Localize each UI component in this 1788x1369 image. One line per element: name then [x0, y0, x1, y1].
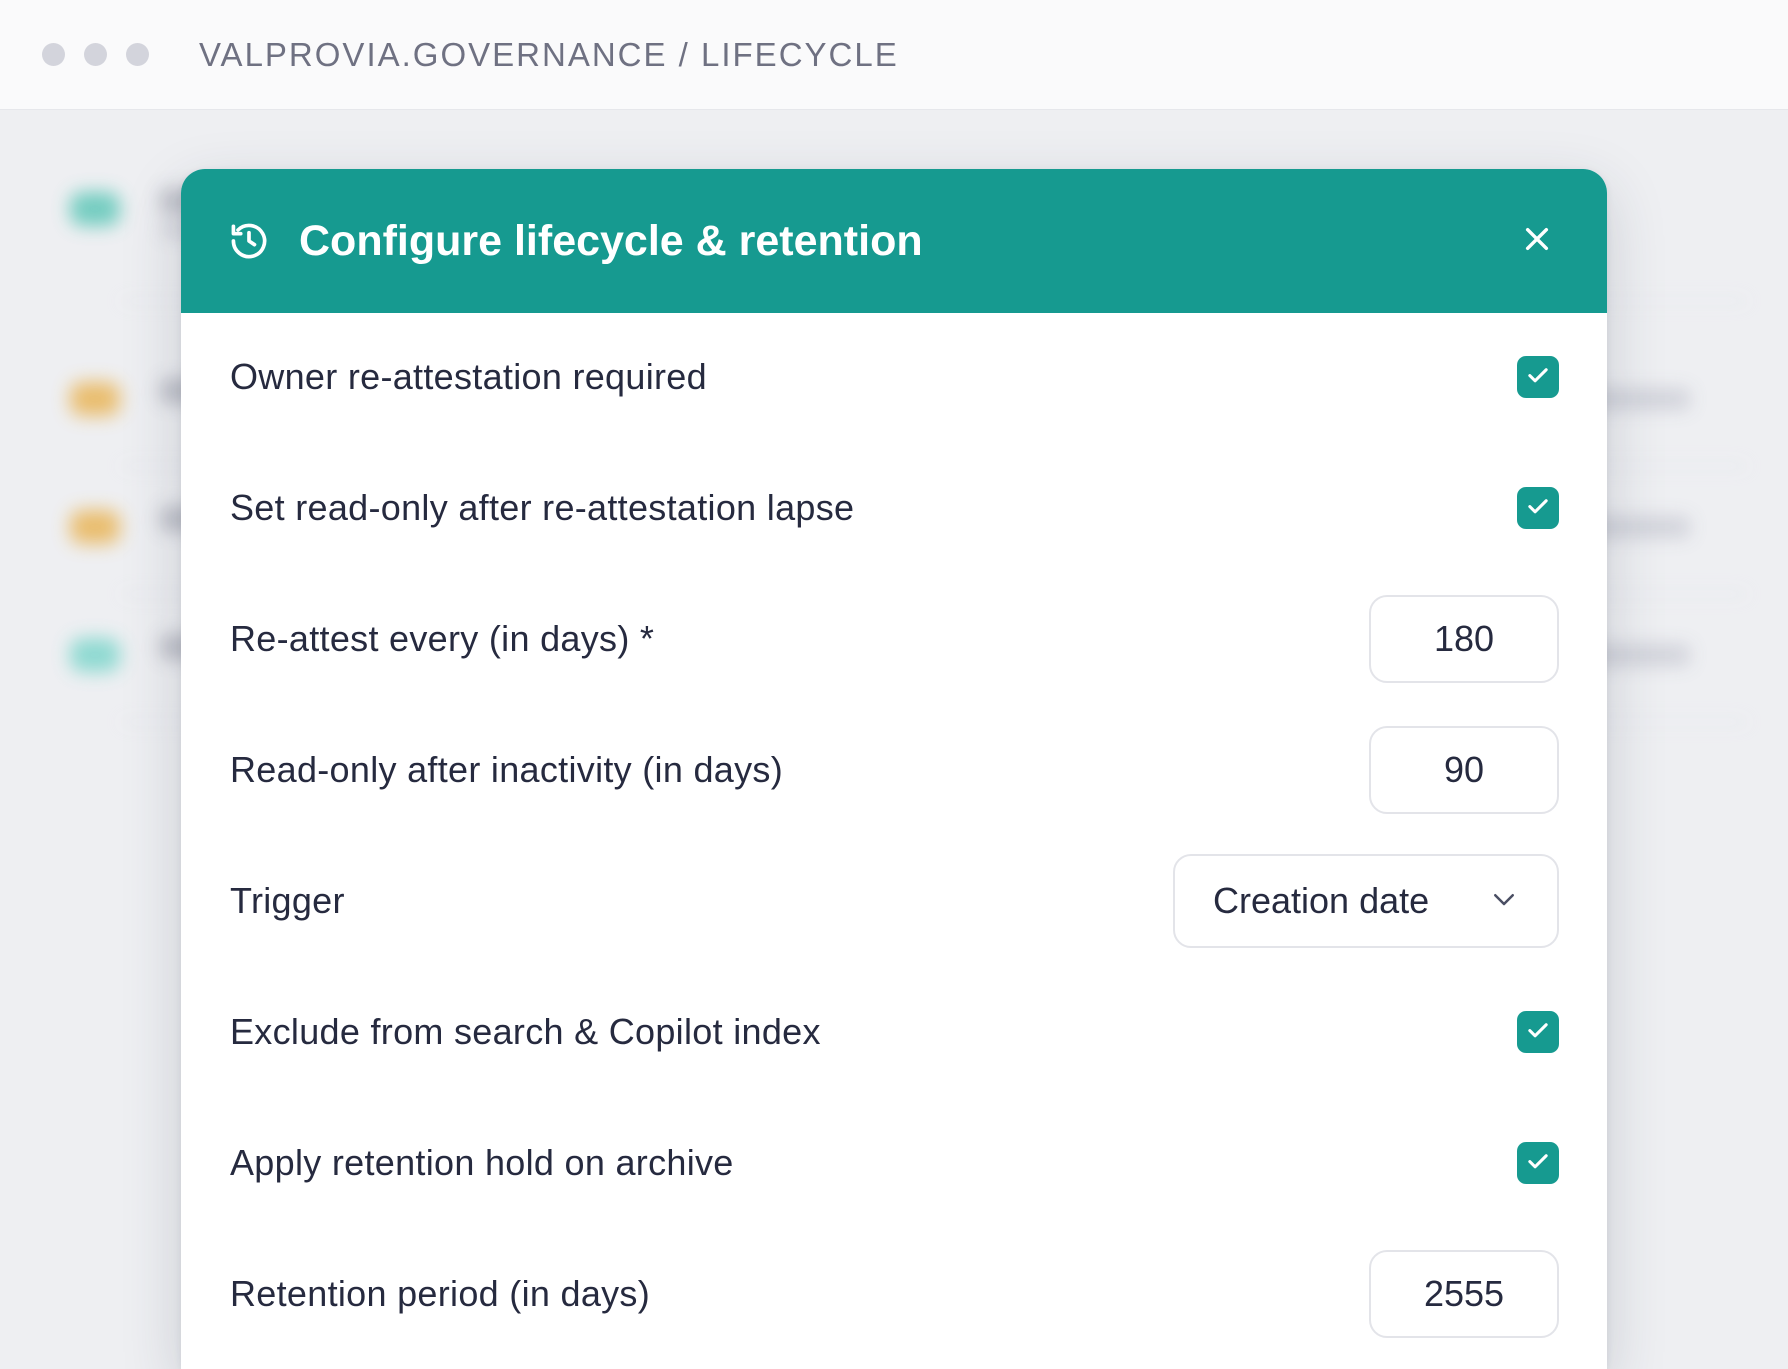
modal-title: Configure lifecycle & retention: [299, 216, 923, 265]
readonly-inactivity-label: Read-only after inactivity (in days): [230, 749, 784, 790]
retention-hold-label: Apply retention hold on archive: [230, 1142, 734, 1183]
readonly-inactivity-input[interactable]: [1369, 726, 1559, 814]
exclude-search-label: Exclude from search & Copilot index: [230, 1011, 821, 1052]
row-reattest-every: Re-attest every (in days) *: [230, 593, 1559, 685]
retention-period-label: Retention period (in days): [230, 1273, 651, 1314]
check-icon: [1524, 1016, 1552, 1049]
trigger-label: Trigger: [230, 880, 345, 921]
retention-period-input[interactable]: [1369, 1250, 1559, 1338]
retention-hold-checkbox[interactable]: [1517, 1142, 1559, 1184]
modal-header: Configure lifecycle & retention: [181, 169, 1607, 313]
row-exclude-search: Exclude from search & Copilot index: [230, 986, 1559, 1078]
close-button[interactable]: [1517, 221, 1557, 261]
chevron-down-icon: [1489, 884, 1519, 919]
window-close-dot[interactable]: [42, 43, 65, 66]
reattest-every-label: Re-attest every (in days) *: [230, 618, 655, 659]
row-readonly-after-lapse: Set read-only after re-attestation lapse: [230, 462, 1559, 554]
owner-reattestation-label: Owner re-attestation required: [230, 356, 707, 397]
trigger-select[interactable]: Creation date: [1173, 854, 1559, 948]
row-owner-reattestation: Owner re-attestation required: [230, 331, 1559, 423]
history-icon: [227, 219, 271, 263]
row-trigger: Trigger Creation date: [230, 854, 1559, 948]
check-icon: [1524, 492, 1552, 525]
readonly-after-lapse-checkbox[interactable]: [1517, 487, 1559, 529]
reattest-every-input[interactable]: [1369, 595, 1559, 683]
window-controls: [42, 43, 149, 66]
trigger-select-value: Creation date: [1213, 880, 1430, 921]
window-maximize-dot[interactable]: [126, 43, 149, 66]
lifecycle-modal: Configure lifecycle & retention Owner re…: [181, 169, 1607, 1369]
breadcrumb: VALPROVIA.GOVERNANCE / LIFECYCLE: [199, 35, 899, 73]
check-icon: [1524, 1147, 1552, 1180]
row-readonly-inactivity: Read-only after inactivity (in days): [230, 724, 1559, 816]
owner-reattestation-checkbox[interactable]: [1517, 356, 1559, 398]
exclude-search-checkbox[interactable]: [1517, 1011, 1559, 1053]
row-retention-hold: Apply retention hold on archive: [230, 1117, 1559, 1209]
window-minimize-dot[interactable]: [84, 43, 107, 66]
check-icon: [1524, 361, 1552, 394]
window-title-bar: VALPROVIA.GOVERNANCE / LIFECYCLE: [0, 0, 1788, 110]
readonly-after-lapse-label: Set read-only after re-attestation lapse: [230, 487, 855, 528]
close-icon: [1521, 223, 1553, 260]
row-retention-period: Retention period (in days): [230, 1248, 1559, 1340]
